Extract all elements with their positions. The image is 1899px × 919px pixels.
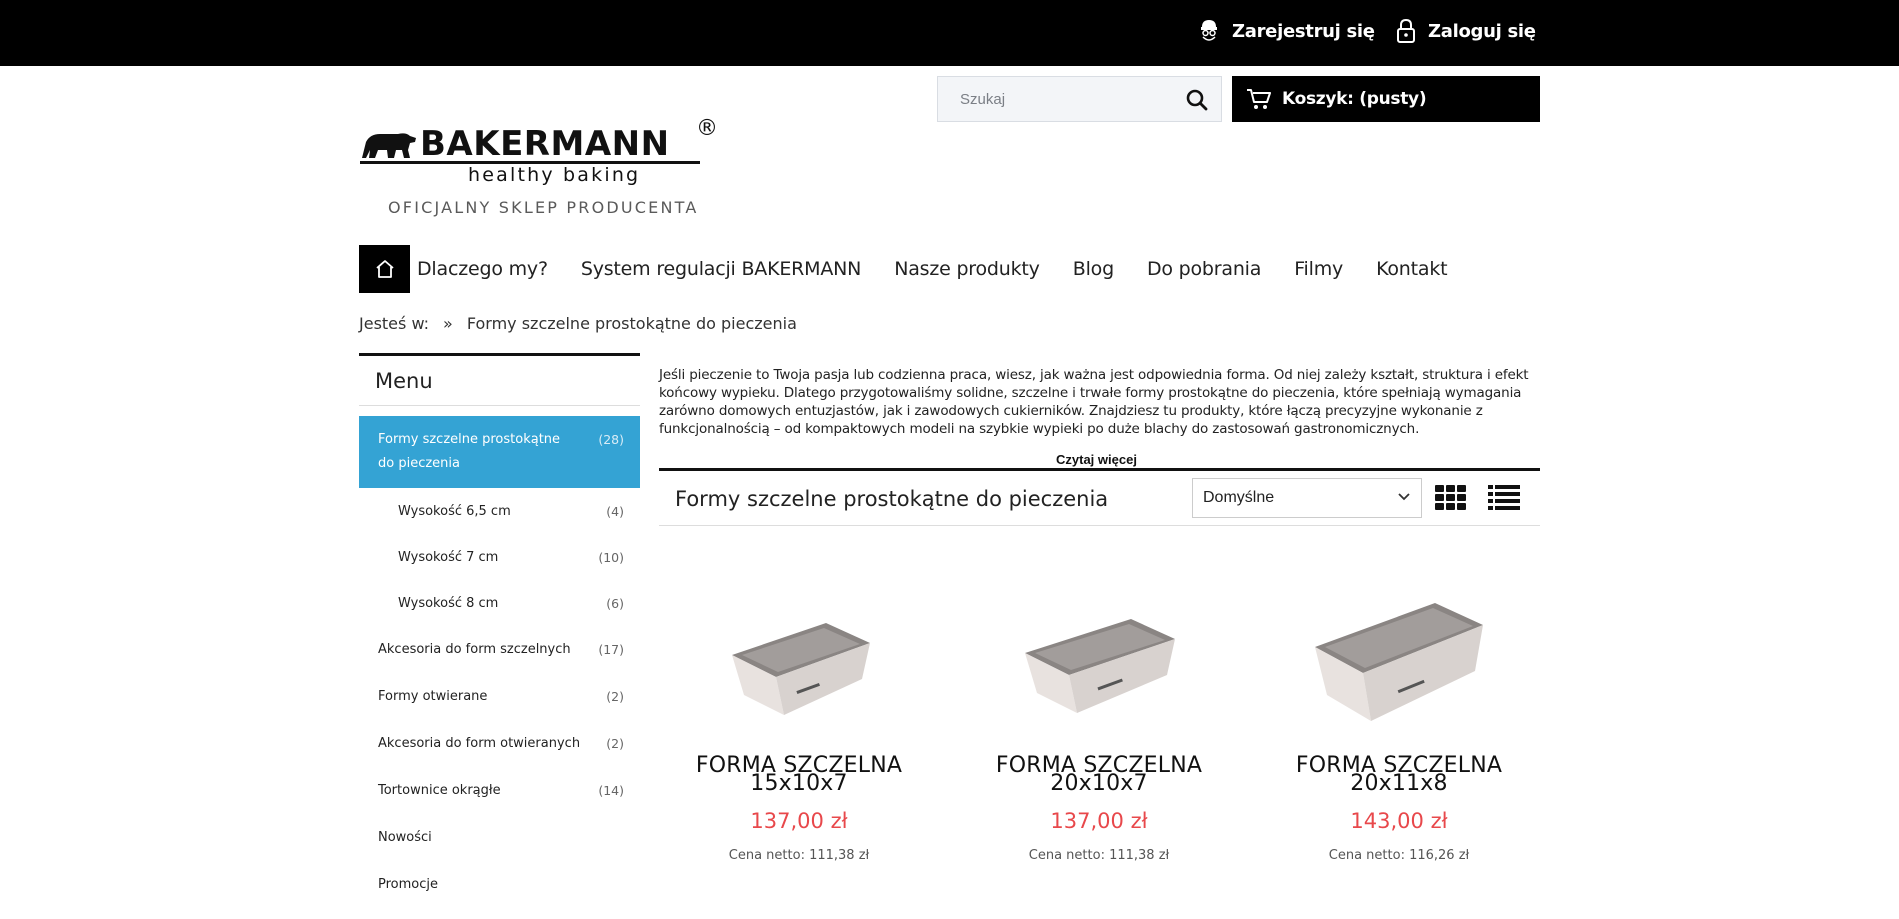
product-image[interactable]: [1259, 570, 1539, 740]
category-description: Jeśli pieczenie to Twoja pasja lub codzi…: [659, 367, 1529, 437]
product-price: 137,00 zł: [1050, 809, 1148, 833]
product-price: 143,00 zł: [1350, 809, 1448, 833]
top-bar: Zarejestruj się Zaloguj się: [0, 0, 1899, 66]
category-title: Formy szczelne prostokątne do pieczenia: [675, 487, 1109, 511]
breadcrumb: Jesteś w: » Formy szczelne prostokątne d…: [359, 314, 797, 333]
sidebar-item-count: (2): [606, 736, 624, 751]
sidebar-item-label: Tortownice okrągłe: [378, 783, 501, 798]
product-grid: FORMA SZCZELNA 15x10x7 137,00 zł Cena ne…: [659, 570, 1559, 919]
category-toolbar: Formy szczelne prostokątne do pieczenia …: [659, 468, 1540, 526]
sidebar-item-height-8[interactable]: Wysokość 8 cm (6): [359, 580, 640, 626]
sidebar-item-height-6-5[interactable]: Wysokość 6,5 cm (4): [359, 488, 640, 534]
nav-blog[interactable]: Blog: [1073, 258, 1114, 280]
sidebar-item-round-cake-tins[interactable]: Tortownice okrągłe (14): [359, 767, 640, 814]
nav-regulation-system[interactable]: System regulacji BAKERMANN: [581, 258, 862, 280]
product-image[interactable]: [659, 570, 939, 740]
sidebar-item-new[interactable]: Nowości: [359, 814, 640, 861]
search-input[interactable]: [938, 77, 1178, 121]
nav-why-us[interactable]: Dlaczego my?: [417, 258, 548, 280]
breadcrumb-current: Formy szczelne prostokątne do pieczenia: [466, 314, 797, 333]
cart-label: Koszyk: (pusty): [1282, 89, 1427, 109]
search-box: [937, 76, 1222, 122]
registered-mark: ®: [696, 116, 718, 141]
sidebar-item-count: (17): [598, 642, 624, 657]
product-name[interactable]: FORMA SZCZELNA 15x10x7: [659, 755, 939, 795]
sidebar-item-height-7[interactable]: Wysokość 7 cm (10): [359, 534, 640, 580]
breadcrumb-prefix: Jesteś w:: [359, 314, 430, 333]
chevron-down-icon: [1398, 493, 1410, 501]
main-nav: Dlaczego my? System regulacji BAKERMANN …: [359, 245, 1480, 293]
login-label: Zaloguj się: [1428, 20, 1536, 42]
baking-tin-image: [1315, 603, 1483, 721]
cart-icon: [1247, 89, 1271, 109]
sidebar-item-label: Wysokość 8 cm: [398, 595, 499, 611]
product-net-price: Cena netto: 111,38 zł: [1028, 848, 1170, 863]
cart-button[interactable]: Koszyk: (pusty): [1232, 76, 1540, 122]
sidebar-item-count: (4): [606, 503, 624, 519]
sidebar-item-label: Wysokość 7 cm: [398, 549, 499, 565]
product-card[interactable]: FORMA SZCZELNA 15x10x7 137,00 zł Cena ne…: [659, 570, 939, 863]
nav-our-products[interactable]: Nasze produkty: [894, 258, 1040, 280]
breadcrumb-separator: »: [443, 314, 453, 333]
search-button[interactable]: [1185, 88, 1209, 112]
official-store-label: OFICJALNY SKLEP PRODUCENTA: [388, 198, 699, 217]
grid-view-icon: [1435, 485, 1466, 510]
product-card[interactable]: FORMA SZCZELNA 20x11x8 143,00 zł Cena ne…: [1259, 570, 1539, 863]
product-net-price: Cena netto: 116,26 zł: [1328, 848, 1470, 863]
nav-downloads[interactable]: Do pobrania: [1147, 258, 1261, 280]
sidebar-item-label: Nowości: [378, 830, 432, 845]
sidebar-item-label: Akcesoria do form szczelnych: [378, 642, 571, 657]
grid-view-button[interactable]: [1435, 485, 1467, 516]
list-view-icon: [1488, 485, 1520, 510]
product-net-price: Cena netto: 111,38 zł: [728, 848, 870, 863]
sidebar-item-rectangular-forms[interactable]: Formy szczelne prostokątne do pieczenia …: [359, 416, 640, 488]
sidebar-item-count: (6): [606, 595, 624, 611]
sidebar-item-count: (28): [598, 432, 624, 447]
sidebar-item-label: Wysokość 6,5 cm: [398, 503, 511, 519]
product-image[interactable]: [959, 570, 1239, 740]
category-sidebar: Menu Formy szczelne prostokątne do piecz…: [359, 353, 640, 908]
sidebar-list: Formy szczelne prostokątne do pieczenia …: [359, 416, 640, 908]
sort-select[interactable]: Domyślne: [1192, 478, 1422, 518]
product-name[interactable]: FORMA SZCZELNA 20x11x8: [1259, 755, 1539, 795]
sidebar-item-opening-accessories[interactable]: Akcesoria do form otwieranych (2): [359, 720, 640, 767]
search-icon: [1186, 89, 1208, 111]
logo-tagline: healthy baking: [468, 164, 641, 186]
nav-videos[interactable]: Filmy: [1294, 258, 1343, 280]
list-view-button[interactable]: [1488, 485, 1520, 516]
register-label: Zarejestruj się: [1232, 20, 1375, 42]
sidebar-item-opening-forms[interactable]: Formy otwierane (2): [359, 673, 640, 720]
home-button[interactable]: [359, 245, 410, 293]
sidebar-item-promotions[interactable]: Promocje: [359, 861, 640, 908]
read-more-link[interactable]: Czytaj więcej: [1056, 452, 1137, 467]
user-icon: [1201, 20, 1217, 41]
baking-tin-image: [1025, 619, 1175, 713]
login-link[interactable]: Zaloguj się: [1396, 18, 1536, 44]
sort-selected-value: Domyślne: [1203, 489, 1275, 506]
sidebar-item-sealed-accessories[interactable]: Akcesoria do form szczelnych (17): [359, 626, 640, 673]
bear-logo-icon: [362, 133, 416, 158]
logo[interactable]: BAKERMANN ® healthy baking OFICJALNY SKL…: [358, 116, 718, 228]
sidebar-item-count: (14): [598, 783, 624, 798]
sidebar-item-count: (2): [606, 689, 624, 704]
lock-icon: [1397, 18, 1415, 43]
sidebar-item-label: Formy szczelne prostokątne do pieczenia: [378, 432, 561, 471]
sidebar-item-count: (10): [598, 549, 624, 565]
product-name[interactable]: FORMA SZCZELNA 20x10x7: [959, 755, 1239, 795]
product-card[interactable]: FORMA SZCZELNA 20x10x7 137,00 zł Cena ne…: [959, 570, 1239, 863]
baking-tin-image: [732, 623, 870, 715]
sidebar-title: Menu: [359, 356, 640, 406]
product-price: 137,00 zł: [750, 809, 848, 833]
sidebar-item-label: Formy otwierane: [378, 689, 488, 704]
sidebar-item-label: Promocje: [378, 877, 438, 892]
brand-name: BAKERMANN: [420, 124, 670, 164]
register-link[interactable]: Zarejestruj się: [1198, 18, 1375, 44]
home-icon: [375, 260, 394, 278]
sidebar-item-label: Akcesoria do form otwieranych: [378, 736, 581, 751]
nav-contact[interactable]: Kontakt: [1376, 258, 1448, 280]
